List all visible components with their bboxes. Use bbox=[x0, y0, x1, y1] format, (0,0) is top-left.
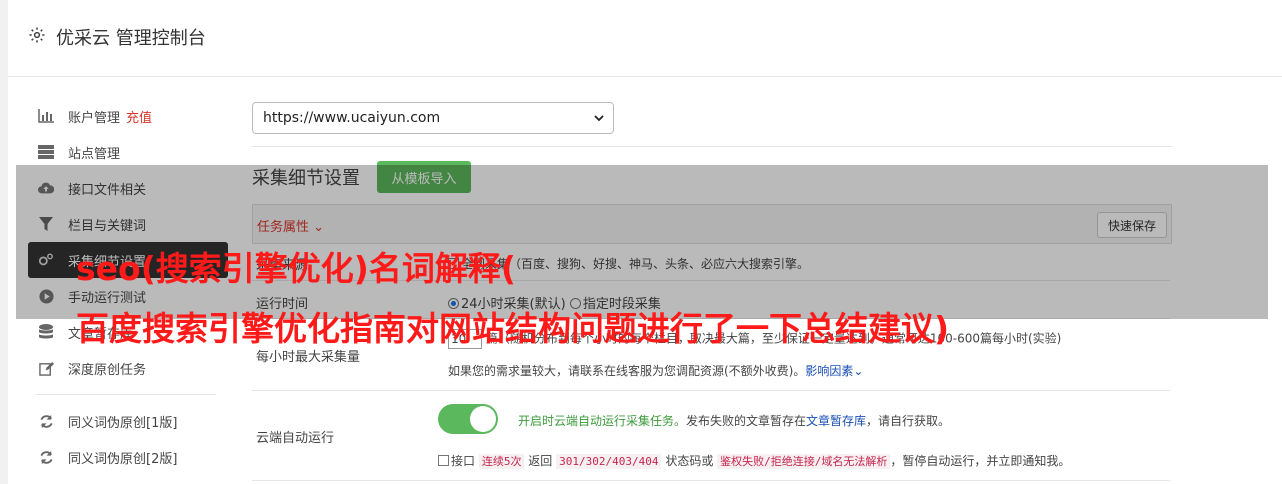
database-icon bbox=[38, 324, 54, 340]
sidebar-item-label: 同义词伪原创[2版] bbox=[68, 451, 178, 467]
sidebar-item-account[interactable]: 账户管理 充值 bbox=[28, 98, 228, 134]
interface-pause-checkbox[interactable] bbox=[438, 455, 449, 466]
row-divider bbox=[252, 390, 1170, 391]
site-select-value: https://www.ucaiyun.com bbox=[263, 110, 441, 126]
sidebar-item-synonym-v1[interactable]: 同义词伪原创[1版] bbox=[28, 403, 228, 439]
sidebar-divider bbox=[36, 394, 216, 395]
cloud-run-toggle[interactable] bbox=[438, 404, 498, 434]
recharge-link[interactable]: 充值 bbox=[126, 107, 152, 126]
sidebar-item-deep-original[interactable]: 深度原创任务 bbox=[28, 350, 228, 386]
sidebar-item-label: 站点管理 bbox=[68, 146, 121, 162]
edit-icon bbox=[38, 360, 54, 376]
bar-chart-icon bbox=[38, 108, 54, 124]
page-title: 优采云 管理控制台 bbox=[56, 28, 206, 49]
chevron-down-icon: ⌄ bbox=[853, 364, 864, 378]
sidebar-item-synonym-v2[interactable]: 同义词伪原创[2版] bbox=[28, 439, 228, 475]
divider bbox=[252, 146, 1172, 147]
server-icon bbox=[38, 144, 54, 160]
gear-icon bbox=[28, 26, 46, 44]
sidebar-item-label: 深度原创任务 bbox=[68, 362, 147, 378]
refresh-icon bbox=[38, 449, 54, 465]
article-storage-link[interactable]: 文章暂存库 bbox=[806, 414, 866, 428]
impact-factors-link[interactable]: 影响因素 bbox=[805, 364, 853, 378]
chevron-down-icon bbox=[593, 112, 605, 124]
overlay-title-line1: seo(搜索引擎优化)名词解释( bbox=[76, 249, 516, 288]
cloud-run-label: 云端自动运行 bbox=[256, 431, 335, 446]
row-divider bbox=[252, 480, 1170, 481]
sidebar-item-label: 账户管理 bbox=[68, 110, 121, 126]
max-note: 如果您的需求量较大，请联系在线客服为您调配资源(不额外收费)。影响因素⌄ bbox=[448, 364, 864, 378]
site-select[interactable]: https://www.ucaiyun.com bbox=[252, 102, 614, 134]
top-header: 优采云 管理控制台 bbox=[8, 0, 1282, 77]
refresh-icon bbox=[38, 413, 54, 429]
interface-pause-option[interactable]: 接口 连续5次 返回 301/302/403/404 状态码或 鉴权失败/拒绝连… bbox=[438, 452, 1070, 469]
cloud-run-text: 开启时云端自动运行采集任务。发布失败的文章暂存在文章暂存库，请自行获取。 bbox=[518, 414, 951, 428]
overlay-title-line2: 百度搜索引擎优化指南对网站结构问题进行了一下总结建议) bbox=[76, 309, 950, 348]
sidebar-item-label: 同义词伪原创[1版] bbox=[68, 415, 178, 431]
